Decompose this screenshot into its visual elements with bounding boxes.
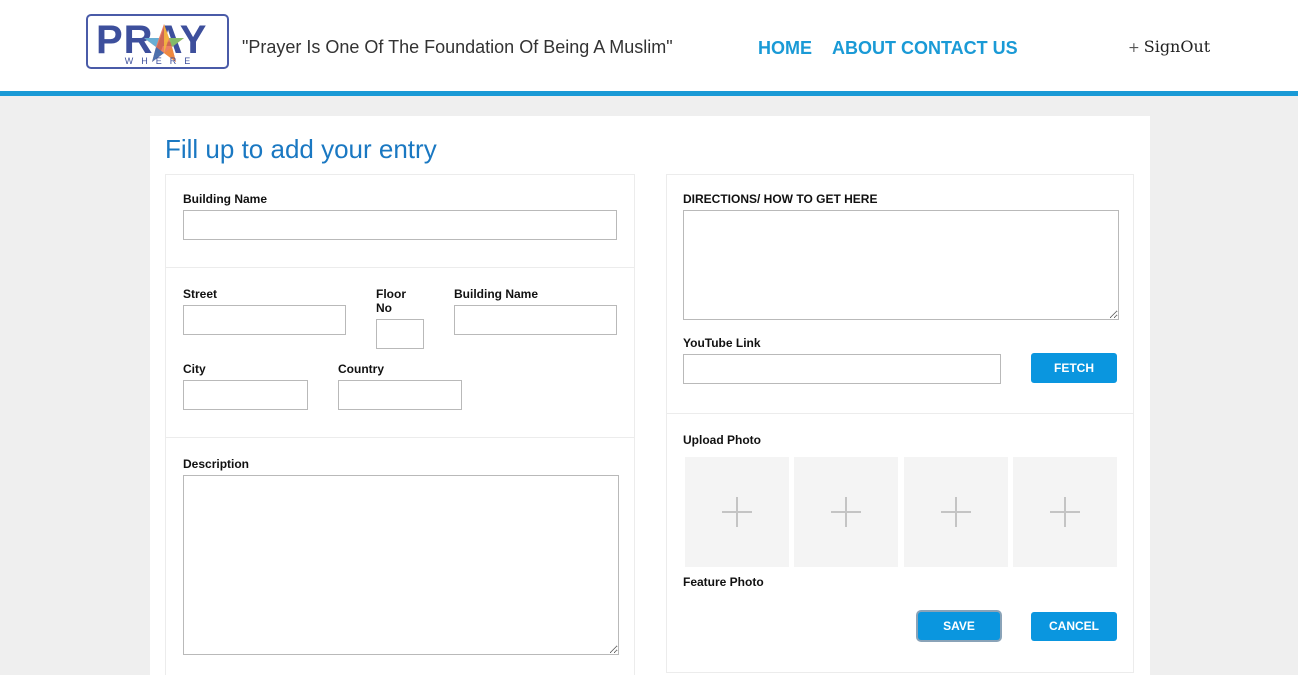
directions-textarea[interactable] [683,210,1119,320]
country-input[interactable] [338,380,462,410]
right-form-panel: DIRECTIONS/ HOW TO GET HERE YouTube Link… [666,174,1134,673]
city-label: City [183,362,206,376]
section-divider [166,437,634,438]
praywhere-logo[interactable]: PRAY WHERE [86,14,229,69]
left-form-panel: Building Name Street Floor No Building N… [165,174,635,675]
logo-subtext: WHERE [124,56,199,66]
save-button[interactable]: SAVE [918,612,1000,640]
photo-upload-slot-3[interactable] [904,457,1008,567]
directions-label: DIRECTIONS/ HOW TO GET HERE [683,192,878,206]
cancel-button[interactable]: CANCEL [1031,612,1117,641]
feature-photo-label: Feature Photo [683,575,764,589]
building-name-label: Building Name [183,192,268,206]
upload-photo-label: Upload Photo [683,433,761,447]
site-header: PRAY WHERE "Prayer Is One Of The Foundat… [0,0,1298,91]
street-label: Street [183,287,218,301]
fetch-button[interactable]: FETCH [1031,353,1117,383]
floor-no-label: Floor No [376,287,406,315]
signout-link[interactable]: + SignOut [1128,37,1210,56]
floor-no-label-line2: No [376,301,392,315]
photo-upload-slot-4[interactable] [1013,457,1117,567]
country-label: Country [338,362,384,376]
youtube-link-input[interactable] [683,354,1001,384]
floor-no-label-line1: Floor [376,287,406,301]
signout-label: SignOut [1143,37,1211,56]
description-label: Description [183,457,250,471]
floor-no-input[interactable] [376,319,424,349]
entry-form-card: Fill up to add your entry Building Name … [150,116,1150,675]
section-divider [667,413,1133,414]
youtube-link-label: YouTube Link [683,336,761,350]
description-textarea[interactable] [183,475,619,655]
street-input[interactable] [183,305,346,335]
page-title: Fill up to add your entry [165,134,437,164]
header-accent-bar [0,91,1298,96]
building-name-input[interactable] [183,210,617,240]
section-divider [166,267,634,268]
nav-about-contact-link[interactable]: ABOUT CONTACT US [832,38,1018,59]
nav-home-link[interactable]: HOME [758,38,812,59]
building-name-2-label: Building Name [454,287,539,301]
tagline: "Prayer Is One Of The Foundation Of Bein… [242,37,673,57]
plus-icon: + [1128,40,1140,56]
building-name-2-input[interactable] [454,305,617,335]
photo-upload-slot-1[interactable] [685,457,789,567]
city-input[interactable] [183,380,308,410]
photo-upload-slot-2[interactable] [794,457,898,567]
